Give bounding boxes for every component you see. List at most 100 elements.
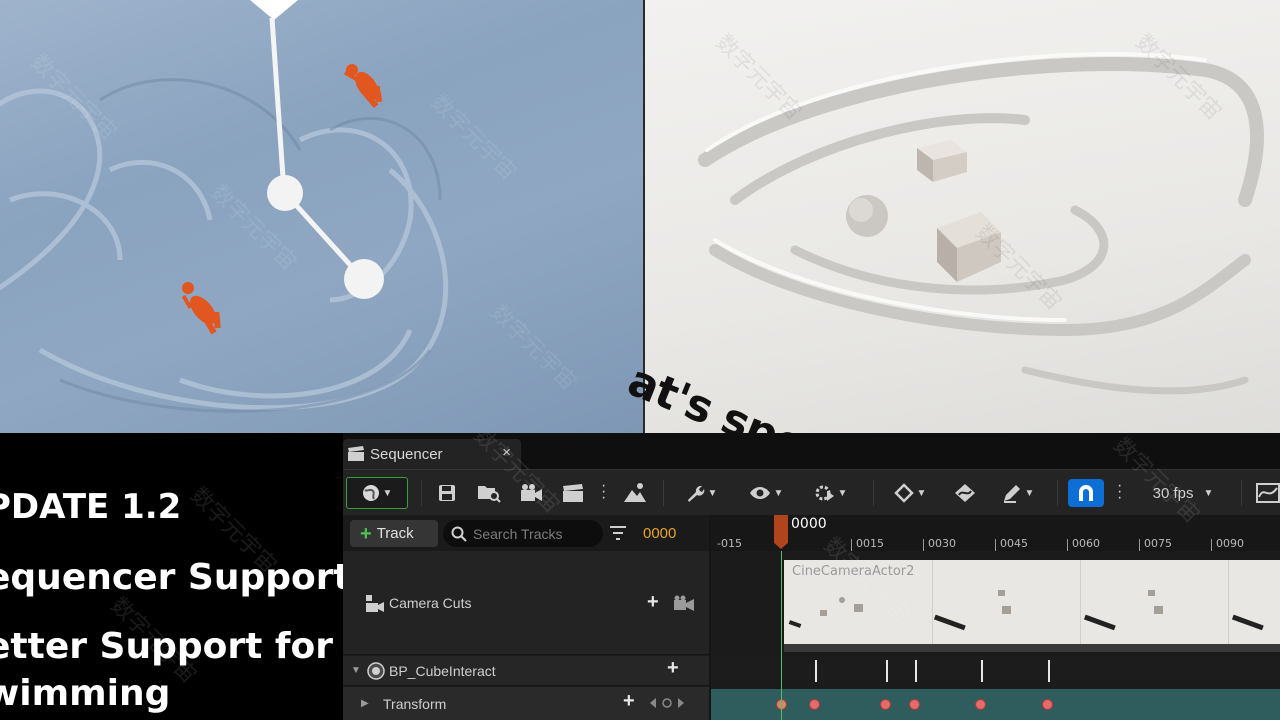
update-item-sequencer: equencer Support — [0, 557, 343, 598]
add-camera-cut-button[interactable]: + — [647, 591, 659, 614]
tick-mark — [923, 539, 924, 551]
director-blueprint-button[interactable] — [621, 479, 649, 507]
globe-icon — [362, 485, 379, 501]
camera-lock-icon[interactable] — [673, 595, 695, 611]
tick-label: 0030 — [928, 537, 956, 550]
toolbar-divider — [663, 480, 664, 506]
gear-play-icon — [815, 485, 834, 501]
add-key-button[interactable]: + — [623, 690, 635, 713]
expand-arrow-icon[interactable]: ▶ — [361, 698, 369, 709]
playback-options-dropdown[interactable]: ▼ — [807, 479, 853, 507]
clapperboard-icon — [563, 484, 583, 502]
toolbar-divider — [873, 480, 874, 506]
water-scene — [0, 0, 449, 413]
actor-icon — [367, 662, 385, 680]
tick-label: 0060 — [1072, 537, 1100, 550]
chevron-down-icon: ▼ — [773, 487, 784, 499]
keyframe[interactable] — [909, 699, 920, 710]
update-item-swimming-line2: wimming — [0, 673, 171, 714]
key-options-dropdown[interactable]: ▼ — [887, 479, 933, 507]
playhead-handle[interactable] — [774, 515, 788, 549]
chevron-down-icon: ▼ — [916, 487, 927, 499]
keyframe-summary[interactable] — [815, 660, 817, 682]
tick-mark — [1067, 539, 1068, 551]
outliner-header: + Track 0000 — [343, 515, 709, 551]
tick-label: 0075 — [1144, 537, 1172, 550]
chevron-down-icon: ▼ — [382, 487, 393, 499]
key-curve-icon — [955, 484, 975, 502]
cube-interact-lane[interactable] — [711, 656, 1280, 686]
track-label-transform: Transform — [383, 696, 447, 712]
camera-cut-section[interactable]: CineCameraActor2 — [784, 560, 1280, 646]
tick-label: 0045 — [1000, 537, 1028, 550]
track-row-camera-cuts[interactable]: Camera Cuts + — [343, 551, 709, 655]
more-options-icon[interactable]: · · · — [601, 478, 606, 506]
track-row-transform[interactable]: ▶ Transform + — [343, 687, 709, 720]
wrench-icon — [687, 485, 704, 502]
filter-icon[interactable] — [609, 523, 627, 543]
track-label-camera-cuts: Camera Cuts — [389, 595, 472, 611]
chevron-down-icon: ▼ — [837, 487, 848, 499]
curve-editor-button[interactable] — [1255, 479, 1280, 507]
save-button[interactable] — [435, 479, 459, 507]
toolbar-divider — [421, 480, 422, 506]
update-title: PDATE 1.2 — [0, 487, 182, 527]
close-icon[interactable]: × — [502, 444, 511, 461]
tick-label: -015 — [717, 537, 742, 550]
keyframe[interactable] — [1042, 699, 1053, 710]
diamond-icon — [893, 483, 914, 503]
snap-options-icon[interactable]: · · · — [1117, 478, 1122, 506]
tick-mark — [995, 539, 996, 551]
view-options-dropdown[interactable]: ▼ — [743, 479, 789, 507]
world-settings-button[interactable]: ▼ — [346, 477, 408, 509]
snow-viewport: 数字元宇宙 数字元宇宙 数字元宇宙 — [645, 0, 1280, 433]
keyframe-summary[interactable] — [981, 660, 983, 682]
add-track-label: Track — [376, 525, 414, 542]
magnet-icon — [1079, 485, 1093, 501]
sequencer-toolbar: ▼ · · · ▼ ▼ ▼ ▼ ▼ · · · 30 fps ▼ — [343, 469, 1280, 515]
update-item-swimming-line1: etter Support for — [0, 626, 334, 667]
tick-mark — [851, 539, 852, 551]
keyframe[interactable] — [880, 699, 891, 710]
framerate-dropdown[interactable]: 30 fps ▼ — [1143, 479, 1223, 507]
tick-label: 0090 — [1216, 537, 1244, 550]
transform-lane[interactable] — [711, 689, 1280, 720]
keyframe[interactable] — [975, 699, 986, 710]
chevron-down-icon: ▼ — [707, 487, 718, 499]
tab-sequencer[interactable]: Sequencer × — [343, 439, 521, 469]
keyframe-summary[interactable] — [1048, 660, 1050, 682]
plus-icon: + — [360, 522, 372, 545]
edit-tool-dropdown[interactable]: ▼ — [995, 479, 1041, 507]
browse-sequence-button[interactable] — [475, 479, 503, 507]
toolbar-divider — [1241, 480, 1242, 506]
folder-search-icon — [478, 486, 501, 503]
search-tracks-input[interactable] — [473, 525, 593, 542]
water-viewport: 数字元宇宙 数字元宇宙 数字元宇宙 数字元宇宙 — [0, 0, 643, 433]
current-frame-field[interactable]: 0000 — [643, 525, 676, 542]
update-notes-panel: PDATE 1.2 equencer Support etter Support… — [0, 433, 343, 720]
tools-dropdown[interactable]: ▼ — [679, 479, 723, 507]
timeline-area[interactable]: -015 0015 0030 0045 0060 0075 0090 CineC… — [711, 515, 1280, 720]
save-icon — [439, 485, 455, 501]
track-row-cube-interact[interactable]: ▼ BP_CubeInteract + — [343, 656, 709, 686]
track-outliner: + Track 0000 Came — [343, 515, 709, 720]
render-movie-button[interactable] — [559, 479, 587, 507]
landscape-icon — [624, 483, 646, 502]
track-label-cube-interact: BP_CubeInteract — [389, 663, 496, 679]
add-track-to-actor-button[interactable]: + — [667, 657, 679, 680]
add-track-button[interactable]: + Track — [350, 520, 438, 547]
keyframe-summary[interactable] — [915, 660, 917, 682]
key-interpolation-button[interactable] — [951, 479, 979, 507]
search-tracks-box — [443, 520, 603, 547]
create-camera-button[interactable] — [517, 479, 545, 507]
keyframe-summary[interactable] — [886, 660, 888, 682]
eye-icon — [749, 487, 770, 499]
snap-toggle-button[interactable] — [1068, 479, 1104, 507]
camera-icon — [521, 484, 542, 501]
tab-bar: Sequencer × — [343, 433, 1280, 469]
keyframe[interactable] — [809, 699, 820, 710]
playhead-time-label: 0000 — [791, 516, 827, 532]
tick-mark — [1211, 539, 1212, 551]
collapse-arrow-icon[interactable]: ▼ — [351, 665, 361, 676]
key-navigation-icon[interactable] — [649, 697, 689, 709]
